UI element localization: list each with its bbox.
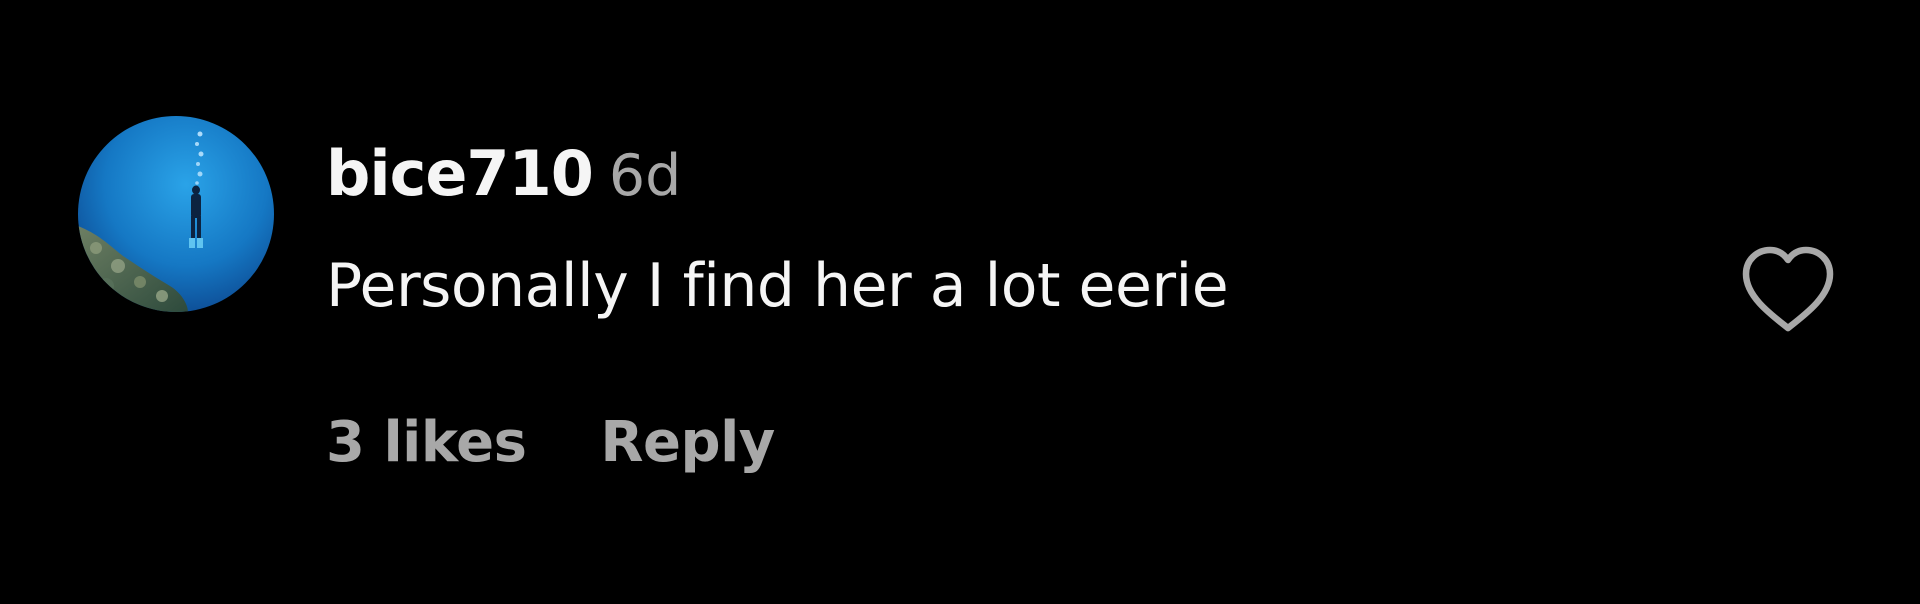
comment-text: Personally I find her a lot eerie [326,251,1229,321]
comment-item: bice710 6d Personally I find her a lot ee… [0,0,1920,604]
scuba-diver-avatar-image [78,116,274,312]
like-button[interactable] [1740,244,1836,334]
heart-outline-icon [1742,246,1834,332]
comment-header: bice710 6d [326,138,681,210]
reply-button[interactable]: Reply [600,408,775,478]
likes-count-link[interactable]: 3 likes [326,408,527,478]
comment-actions: 3 likes Reply [326,408,775,478]
username-link[interactable]: bice710 [326,137,594,210]
avatar[interactable] [78,116,274,312]
timestamp: 6d [608,143,682,209]
